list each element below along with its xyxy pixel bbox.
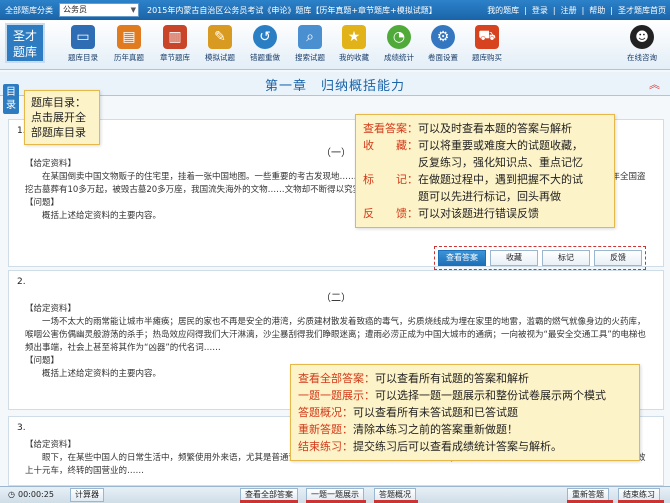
qq-penguin-icon: ☻ bbox=[630, 25, 654, 49]
redo-icon: ↺ bbox=[253, 25, 277, 49]
chart-icon: ◔ bbox=[387, 25, 411, 49]
chapter-bar: 第一章 归纳概括能力 ︽ bbox=[0, 72, 670, 96]
chevron-down-icon: ▼ bbox=[130, 6, 136, 14]
chapter-icon: ▥ bbox=[163, 25, 187, 49]
monitor-icon: ▭ bbox=[71, 25, 95, 49]
clock-icon: ◷ bbox=[8, 490, 15, 499]
star-icon: ★ bbox=[342, 25, 366, 49]
toolbar-favorites-button[interactable]: ★ 我的收藏 bbox=[331, 25, 377, 63]
catalog-side-tab[interactable]: 目录 bbox=[3, 84, 19, 114]
link-home[interactable]: 圣才题库首页 bbox=[618, 5, 666, 16]
toolbar-search-button[interactable]: ⌕ 搜索试题 bbox=[287, 25, 333, 63]
feedback-button[interactable]: 反馈 bbox=[594, 250, 642, 266]
breadcrumb: 2015年内蒙古自治区公务员考试《申论》题库【历年真题+章节题库+模拟试题】 bbox=[147, 5, 437, 15]
book-icon: ▤ bbox=[117, 25, 141, 49]
toolbar-stats-button[interactable]: ◔ 成绩统计 bbox=[376, 25, 422, 63]
link-my-bank[interactable]: 我的题库 bbox=[487, 5, 519, 16]
question-action-row: 查看答案 收藏 标记 反馈 bbox=[434, 246, 646, 270]
cart-icon: ⛟ bbox=[475, 25, 499, 49]
link-login[interactable]: 登录 bbox=[532, 5, 548, 16]
toolbar-past-exams-button[interactable]: ▤ 历年真题 bbox=[106, 25, 152, 63]
gear-icon: ⚙ bbox=[431, 25, 455, 49]
question-title: （二） bbox=[321, 293, 351, 304]
link-help[interactable]: 帮助 bbox=[589, 5, 605, 16]
link-register[interactable]: 注册 bbox=[561, 5, 577, 16]
pencil-icon: ✎ bbox=[208, 25, 232, 49]
toolbar-chapters-button[interactable]: ▥ 章节题库 bbox=[152, 25, 198, 63]
question-tools-tooltip: 查看答案： 可以及时查看本题的答案与解析 收 藏： 可以将重要或难度大的试题收藏， … bbox=[355, 114, 615, 228]
online-consult-button[interactable]: ☻ 在线咨询 bbox=[622, 25, 662, 63]
timer: ◷ 00:00:25 bbox=[8, 490, 54, 499]
calculator-button[interactable]: 计算器 bbox=[70, 488, 104, 502]
category-select[interactable]: 公务员 ▼ bbox=[59, 3, 139, 17]
toolbar-redo-button[interactable]: ↺ 错题重做 bbox=[242, 25, 288, 63]
collapse-up-icon[interactable]: ︽ bbox=[649, 76, 660, 92]
toolbar-settings-button[interactable]: ⚙ 卷面设置 bbox=[420, 25, 466, 63]
toolbar-mock-button[interactable]: ✎ 模拟试题 bbox=[197, 25, 243, 63]
logo: 圣才 题库 bbox=[5, 23, 45, 63]
show-answer-button[interactable]: 查看答案 bbox=[438, 250, 486, 266]
category-label: 全部题库分类 bbox=[5, 5, 53, 15]
chapter-title: 第一章 归纳概括能力 bbox=[264, 79, 405, 94]
bottom-tools-tooltip: 查看全部答案： 可以查看所有试题的答案和解析 一题一题展示： 可以选择一题一题展示和… bbox=[290, 364, 640, 461]
mark-button[interactable]: 标记 bbox=[542, 250, 590, 266]
category-select-value: 公务员 bbox=[63, 5, 87, 14]
catalog-tooltip: 题库目录： 点击展开全 部题库目录 bbox=[24, 90, 100, 145]
top-links: 我的题库 | 登录 | 注册 | 帮助 | 圣才题库首页 bbox=[487, 5, 666, 16]
toolbar-catalog-button[interactable]: ▭ 题库目录 bbox=[60, 25, 106, 63]
toolbar-purchase-button[interactable]: ⛟ 题库购买 bbox=[464, 25, 510, 63]
search-icon: ⌕ bbox=[298, 25, 322, 49]
bottom-bar: ◷ 00:00:25 计算器 查看全部答案 一题一题展示 答题概况 重新答题 结… bbox=[0, 486, 670, 503]
question-number: 2. bbox=[17, 277, 26, 287]
collect-button[interactable]: 收藏 bbox=[490, 250, 538, 266]
timer-value: 00:00:25 bbox=[17, 490, 54, 499]
toolbar: 圣才 题库 ▭ 题库目录 ▤ 历年真题 ▥ 章节题库 ✎ 模拟试题 ↺ 错题重做… bbox=[0, 20, 670, 70]
top-bar: 全部题库分类 公务员 ▼ 2015年内蒙古自治区公务员考试《申论》题库【历年真题… bbox=[0, 0, 670, 20]
